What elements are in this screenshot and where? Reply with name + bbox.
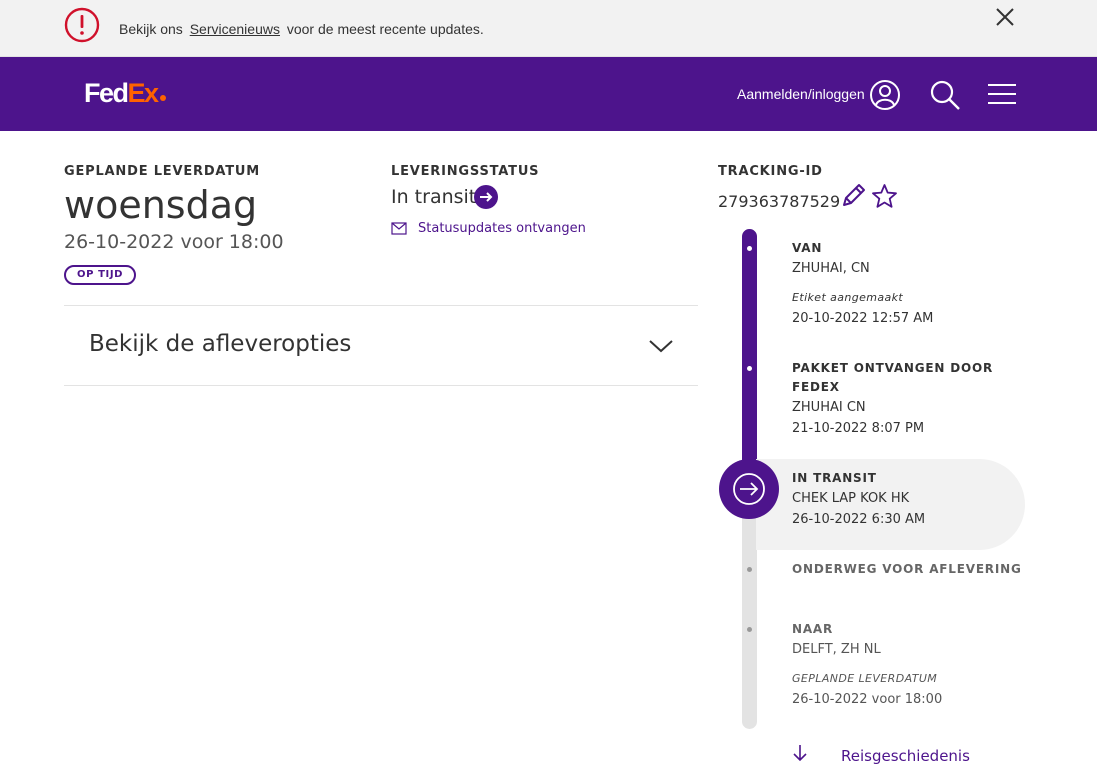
event-note: Etiket aangemaakt [792,291,904,304]
timeline-dot [747,366,752,371]
event-heading: NAAR [792,622,834,636]
event-location: ZHUHAI, CN [792,261,870,276]
timeline-dot [747,627,752,632]
alert-banner: Bekijk ons Servicenieuws voor de meest r… [0,0,1097,57]
alert-message: Bekijk ons Servicenieuws voor de meest r… [119,21,484,37]
travel-history-link[interactable]: Reisgeschiedenis [792,744,992,768]
status-updates-label: Statusupdates ontvangen [418,221,586,236]
event-heading: PAKKET ONTVANGEN DOOR [792,361,994,375]
logo-dot [159,95,166,101]
timeline-dot [747,246,752,251]
event-location: CHEK LAP KOK HK [792,491,910,506]
login-link[interactable]: Aanmelden/inloggen [737,86,865,102]
event-date: 26-10-2022 voor 18:00 [792,692,943,707]
delivery-options-accordion[interactable]: Bekijk de afleveropties [64,305,698,386]
tracking-number: 279363787529 [718,192,841,211]
event-heading: IN TRANSIT [792,471,877,485]
arrow-right-circle-icon [733,473,765,505]
on-time-badge: OP TIJD [64,265,137,285]
timeline-progress [742,229,757,475]
fedex-logo[interactable]: FedEx [84,78,166,108]
current-status-marker [719,459,779,519]
timeline-dot [747,567,752,572]
arrow-down-icon [793,745,807,762]
event-location: ZHUHAI CN [792,400,866,415]
event-date: 20-10-2022 12:57 AM [792,311,934,326]
event-location: DELFT, ZH NL [792,642,881,657]
alert-icon [64,7,100,43]
status-updates-link[interactable]: Statusupdates ontvangen [391,221,586,236]
star-icon[interactable] [871,183,898,210]
pencil-icon[interactable] [840,183,866,209]
close-icon[interactable] [994,6,1016,28]
event-note: GEPLANDE LEVERDATUM [792,672,938,685]
logo-fed: Fed [84,78,129,108]
chevron-down-icon [649,340,673,353]
arrow-right-circle-icon [474,185,498,209]
event-date: 21-10-2022 8:07 PM [792,421,925,436]
delivery-date: 26-10-2022 voor 18:00 [64,231,284,253]
status-label: LEVERINGSSTATUS [391,164,540,179]
status-value: In transit [391,186,477,208]
alert-suffix: voor de meest recente updates. [286,21,484,37]
accordion-title: Bekijk de afleveropties [89,331,352,357]
user-icon[interactable] [869,79,901,111]
event-heading: ONDERWEG VOOR AFLEVERING [792,562,1022,576]
alert-prefix: Bekijk ons [119,21,183,37]
service-news-link[interactable]: Servicenieuws [190,21,280,37]
search-icon[interactable] [929,79,961,111]
site-header: FedEx Aanmelden/inloggen [0,57,1097,131]
delivery-date-label: GEPLANDE LEVERDATUM [64,164,261,179]
event-date: 26-10-2022 6:30 AM [792,512,926,527]
logo-ex: Ex [127,78,160,108]
delivery-day: woensdag [64,183,258,227]
hamburger-menu-icon[interactable] [988,83,1016,105]
event-heading: VAN [792,241,823,255]
tracking-id-label: TRACKING-ID [718,164,823,179]
event-heading-line2: FEDEX [792,380,840,394]
travel-history-label: Reisgeschiedenis [841,747,970,765]
